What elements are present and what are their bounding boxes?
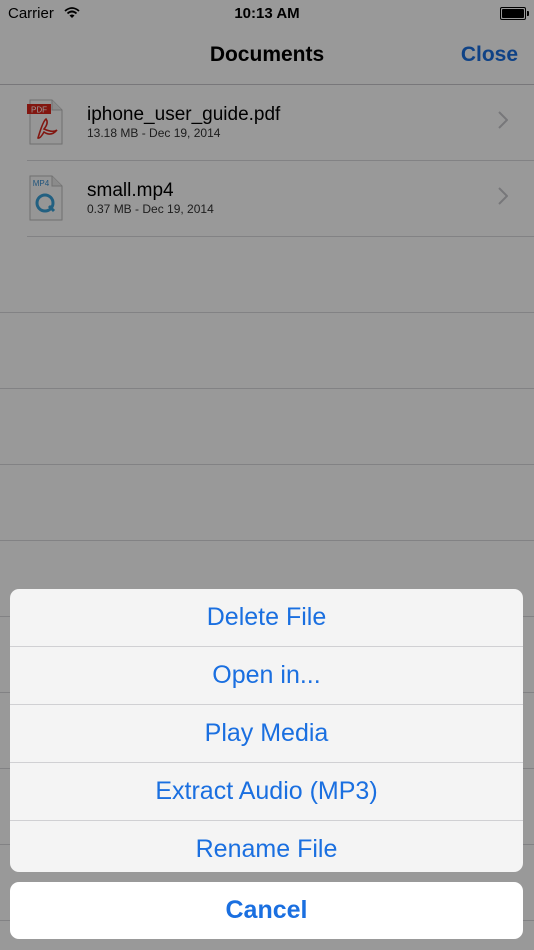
play-media-button[interactable]: Play Media: [10, 705, 523, 763]
cancel-button[interactable]: Cancel: [10, 882, 523, 939]
extract-audio-button[interactable]: Extract Audio (MP3): [10, 763, 523, 821]
rename-file-button[interactable]: Rename File: [10, 821, 523, 872]
action-sheet: Delete File Open in... Play Media Extrac…: [10, 589, 523, 872]
open-in-button[interactable]: Open in...: [10, 647, 523, 705]
delete-file-button[interactable]: Delete File: [10, 589, 523, 647]
